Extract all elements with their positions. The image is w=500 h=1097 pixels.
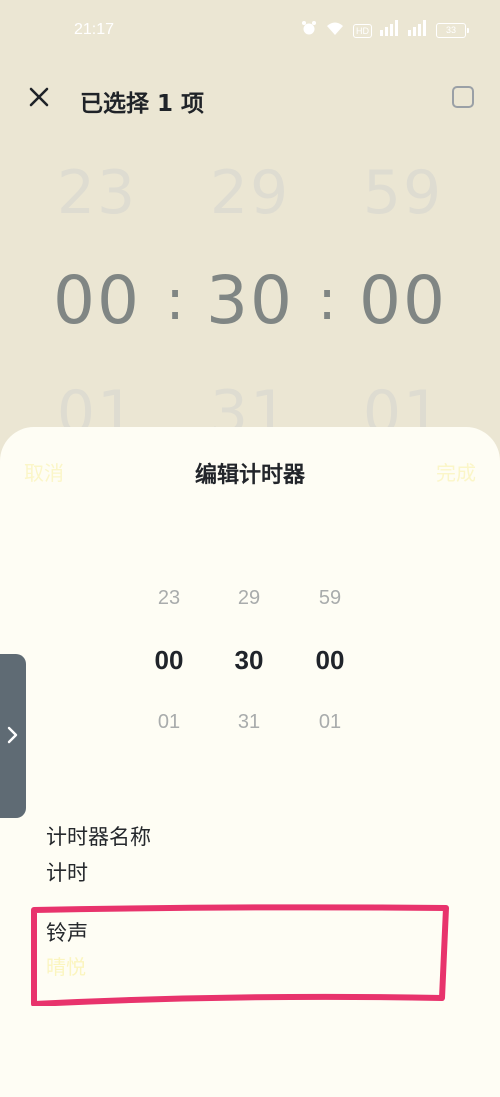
bg-colon: : (317, 268, 337, 333)
timer-picker[interactable]: 23 29 59 00 30 00 01 31 01 (0, 567, 500, 737)
hd-icon: HD (353, 23, 372, 38)
close-icon (29, 87, 49, 107)
signal-icon (408, 20, 428, 41)
status-bar: 21:17 HD 33 (0, 0, 500, 62)
edit-timer-sheet: 编辑计时器 取消 完成 23 29 59 00 30 00 01 31 01 计… (0, 427, 500, 1097)
bg-hours-current: 00 (53, 262, 141, 339)
battery-icon: 33 (436, 23, 469, 38)
alarm-icon (301, 20, 317, 41)
side-panel-handle[interactable] (0, 654, 26, 818)
bg-minutes-prev: 29 (209, 158, 291, 228)
hours-next[interactable]: 01 (158, 711, 180, 733)
signal-icon (380, 20, 400, 41)
done-button[interactable]: 完成 (436, 457, 476, 486)
bg-seconds-current: 00 (359, 262, 447, 339)
hours-current[interactable]: 00 (155, 645, 184, 675)
bg-seconds-prev: 59 (362, 158, 444, 228)
hours-prev[interactable]: 23 (158, 587, 180, 609)
minutes-prev[interactable]: 29 (238, 587, 260, 609)
sheet-title: 编辑计时器 (194, 463, 305, 488)
ringtone-value: 晴悦 (46, 955, 86, 979)
cancel-button[interactable]: 取消 (24, 457, 64, 486)
select-all-checkbox[interactable] (452, 86, 474, 108)
page-title: 已选择 1 项 (80, 91, 205, 117)
wifi-icon (325, 21, 345, 41)
ringtone-row[interactable]: 铃声 晴悦 (30, 911, 440, 995)
background-timer-picker: 23 29 59 00 : 30 : 00 01 31 01 (0, 130, 500, 448)
timer-name-label: 计时器名称 (46, 825, 151, 849)
status-time: 21:17 (74, 21, 115, 38)
bg-colon: : (165, 268, 185, 333)
minutes-next[interactable]: 31 (238, 711, 260, 733)
seconds-prev[interactable]: 59 (319, 587, 341, 609)
timer-name-value: 计时 (46, 861, 88, 885)
minutes-current[interactable]: 30 (235, 645, 264, 675)
chevron-right-icon (7, 726, 18, 744)
ringtone-label: 铃声 (46, 921, 88, 945)
top-app-bar: 已选择 1 项 (0, 70, 500, 128)
close-button[interactable] (24, 82, 54, 112)
status-icons: HD 33 (301, 20, 469, 41)
seconds-next[interactable]: 01 (319, 711, 341, 733)
bg-hours-prev: 23 (56, 158, 138, 228)
bg-minutes-current: 30 (206, 262, 294, 339)
seconds-current[interactable]: 00 (316, 645, 345, 675)
